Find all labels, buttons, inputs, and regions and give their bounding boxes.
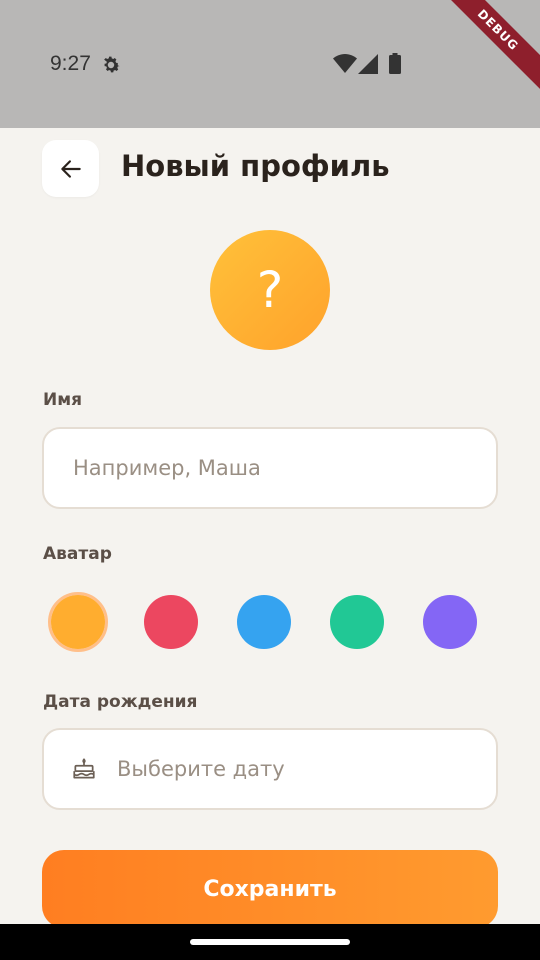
name-label: Имя bbox=[43, 390, 83, 410]
wifi-icon bbox=[333, 54, 357, 73]
avatar-color-purple[interactable] bbox=[423, 595, 477, 649]
status-time: 9:27 bbox=[50, 52, 91, 75]
new-profile-screen: Новый профиль ? Имя Аватар Дата рождения… bbox=[0, 128, 540, 924]
avatar-color-green[interactable] bbox=[330, 595, 384, 649]
birthdate-picker[interactable]: Выберите дату bbox=[42, 728, 498, 810]
cellular-signal-icon bbox=[358, 54, 378, 74]
save-button[interactable]: Сохранить bbox=[42, 850, 498, 924]
avatar-preview: ? bbox=[210, 230, 330, 350]
status-bar: 9:27 DEBUG bbox=[0, 0, 540, 128]
debug-banner: DEBUG bbox=[432, 0, 540, 96]
settings-gear-icon bbox=[104, 56, 120, 73]
name-field[interactable] bbox=[42, 427, 498, 509]
arrow-left-icon bbox=[60, 159, 81, 178]
birthdate-placeholder: Выберите дату bbox=[117, 757, 285, 781]
home-gesture-pill[interactable] bbox=[190, 939, 350, 945]
avatar-color-orange[interactable] bbox=[51, 595, 105, 649]
avatar-color-red[interactable] bbox=[144, 595, 198, 649]
back-button[interactable] bbox=[42, 140, 99, 197]
page-title: Новый профиль bbox=[121, 149, 390, 183]
avatar-color-blue[interactable] bbox=[237, 595, 291, 649]
birthdate-label: Дата рождения bbox=[43, 692, 198, 712]
system-nav-bar bbox=[0, 924, 540, 960]
question-mark-icon: ? bbox=[256, 261, 284, 319]
battery-icon bbox=[389, 53, 401, 74]
avatar-label: Аватар bbox=[43, 544, 112, 564]
name-input[interactable] bbox=[44, 456, 496, 480]
cake-icon bbox=[73, 758, 95, 779]
